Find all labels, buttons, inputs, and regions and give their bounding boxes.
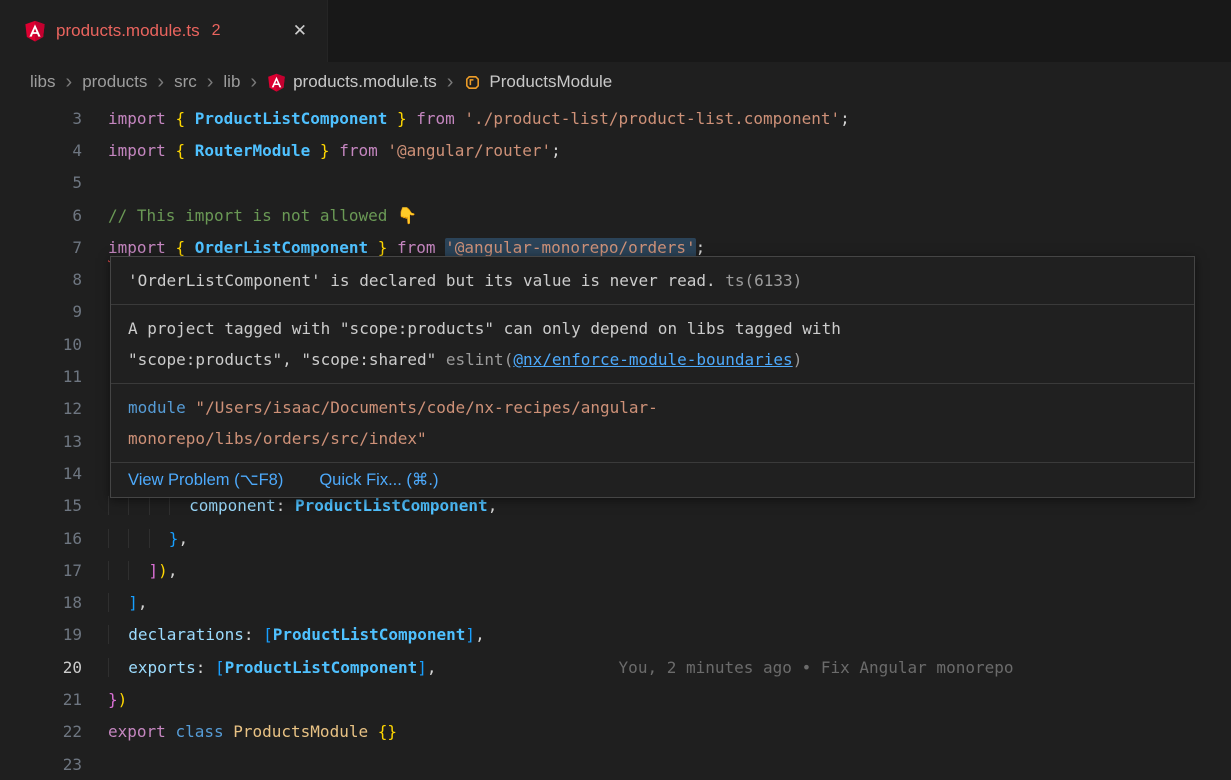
line-number[interactable]: 22 xyxy=(0,722,82,741)
line-number[interactable]: 13 xyxy=(0,432,82,451)
line-number[interactable]: 10 xyxy=(0,335,82,354)
line-number[interactable]: 4 xyxy=(0,141,82,160)
code-text: export class ProductsModule {} xyxy=(82,722,397,741)
module-path-line2: monorepo/libs/orders/src/index" xyxy=(128,423,1177,454)
breadcrumb-item-lib[interactable]: lib xyxy=(223,72,240,92)
eslint-rule-link[interactable]: @nx/enforce-module-boundaries xyxy=(513,350,792,369)
code-text: import { ProductListComponent } from './… xyxy=(82,109,850,128)
chevron-right-icon: › xyxy=(249,72,258,92)
breadcrumb-item-src[interactable]: src xyxy=(174,72,197,92)
module-path-line1: module "/Users/isaac/Documents/code/nx-r… xyxy=(128,392,1177,423)
code-text: declarations: [ProductListComponent], xyxy=(82,625,485,644)
code-text: }, xyxy=(82,529,188,548)
line-number[interactable]: 8 xyxy=(0,270,82,289)
class-symbol-icon xyxy=(463,73,482,92)
close-icon[interactable]: ✕ xyxy=(289,19,311,43)
line-number[interactable]: 20 xyxy=(0,658,82,677)
tab-bar: products.module.ts 2 ✕ xyxy=(0,0,1231,62)
code-line[interactable]: 16 }, xyxy=(0,522,1231,554)
code-line[interactable]: 18 ], xyxy=(0,586,1231,618)
diagnostic-code: ts(6133) xyxy=(716,271,803,290)
line-number[interactable]: 16 xyxy=(0,529,82,548)
chevron-right-icon: › xyxy=(206,72,215,92)
diagnostic-message-boundaries: A project tagged with "scope:products" c… xyxy=(111,304,1194,383)
code-text: // This import is not allowed 👇 xyxy=(82,206,417,225)
line-number[interactable]: 11 xyxy=(0,367,82,386)
breadcrumb-item-products[interactable]: products xyxy=(82,72,147,92)
code-text: }) xyxy=(82,690,127,709)
diagnostic-text-line2: "scope:products", "scope:shared" eslint(… xyxy=(128,344,1177,375)
diagnostic-message-unused: 'OrderListComponent' is declared but its… xyxy=(111,257,1194,304)
breadcrumb-item-libs[interactable]: libs xyxy=(30,72,56,92)
tab-title: products.module.ts xyxy=(56,21,200,41)
code-line[interactable]: 5 xyxy=(0,167,1231,199)
code-line[interactable]: 19 declarations: [ProductListComponent], xyxy=(0,619,1231,651)
tab-problems-badge: 2 xyxy=(212,22,221,40)
line-number[interactable]: 21 xyxy=(0,690,82,709)
code-text: ]), xyxy=(82,561,177,580)
breadcrumb-item-file[interactable]: products.module.ts xyxy=(267,72,437,92)
code-text: exports: [ProductListComponent],You, 2 m… xyxy=(82,658,1014,677)
chevron-right-icon: › xyxy=(446,72,455,92)
diagnostic-text: 'OrderListComponent' is declared but its… xyxy=(128,271,716,290)
code-text: import { OrderListComponent } from '@ang… xyxy=(82,238,705,257)
breadcrumb: libs › products › src › lib › products.m… xyxy=(0,62,1231,102)
line-number[interactable]: 7 xyxy=(0,238,82,257)
hover-widget: 'OrderListComponent' is declared but its… xyxy=(110,256,1195,498)
code-line[interactable]: 6// This import is not allowed 👇 xyxy=(0,199,1231,231)
view-problem-button[interactable]: View Problem (⌥F8) xyxy=(128,470,283,490)
line-number[interactable]: 9 xyxy=(0,302,82,321)
line-number[interactable]: 18 xyxy=(0,593,82,612)
code-text: import { RouterModule } from '@angular/r… xyxy=(82,141,561,160)
line-number[interactable]: 19 xyxy=(0,625,82,644)
angular-icon xyxy=(24,20,46,42)
line-number[interactable]: 14 xyxy=(0,464,82,483)
quick-fix-button[interactable]: Quick Fix... (⌘.) xyxy=(319,470,438,490)
code-text: ], xyxy=(82,593,148,612)
diagnostic-text-line1: A project tagged with "scope:products" c… xyxy=(128,313,1177,344)
module-path-block: module "/Users/isaac/Documents/code/nx-r… xyxy=(111,383,1194,462)
line-number[interactable]: 5 xyxy=(0,173,82,192)
code-line[interactable]: 4import { RouterModule } from '@angular/… xyxy=(0,134,1231,166)
line-number[interactable]: 3 xyxy=(0,109,82,128)
tab-products-module[interactable]: products.module.ts 2 ✕ xyxy=(0,0,328,62)
git-blame-annotation: You, 2 minutes ago • Fix Angular monorep… xyxy=(619,658,1014,677)
code-text: component: ProductListComponent, xyxy=(82,496,497,515)
code-line[interactable]: 20 exports: [ProductListComponent],You, … xyxy=(0,651,1231,683)
code-line[interactable]: 21}) xyxy=(0,683,1231,715)
line-number[interactable]: 17 xyxy=(0,561,82,580)
chevron-right-icon: › xyxy=(156,72,165,92)
chevron-right-icon: › xyxy=(65,72,74,92)
code-editor[interactable]: 3import { ProductListComponent } from '.… xyxy=(0,102,1231,780)
angular-icon xyxy=(267,73,286,92)
hover-action-bar: View Problem (⌥F8) Quick Fix... (⌘.) xyxy=(111,462,1194,497)
line-number[interactable]: 12 xyxy=(0,399,82,418)
code-line[interactable]: 17 ]), xyxy=(0,554,1231,586)
line-number[interactable]: 6 xyxy=(0,206,82,225)
code-line[interactable]: 23 xyxy=(0,748,1231,780)
line-number[interactable]: 23 xyxy=(0,755,82,774)
code-line[interactable]: 22export class ProductsModule {} xyxy=(0,716,1231,748)
line-number[interactable]: 15 xyxy=(0,496,82,515)
code-line[interactable]: 3import { ProductListComponent } from '.… xyxy=(0,102,1231,134)
breadcrumb-item-symbol[interactable]: ProductsModule xyxy=(463,72,612,92)
